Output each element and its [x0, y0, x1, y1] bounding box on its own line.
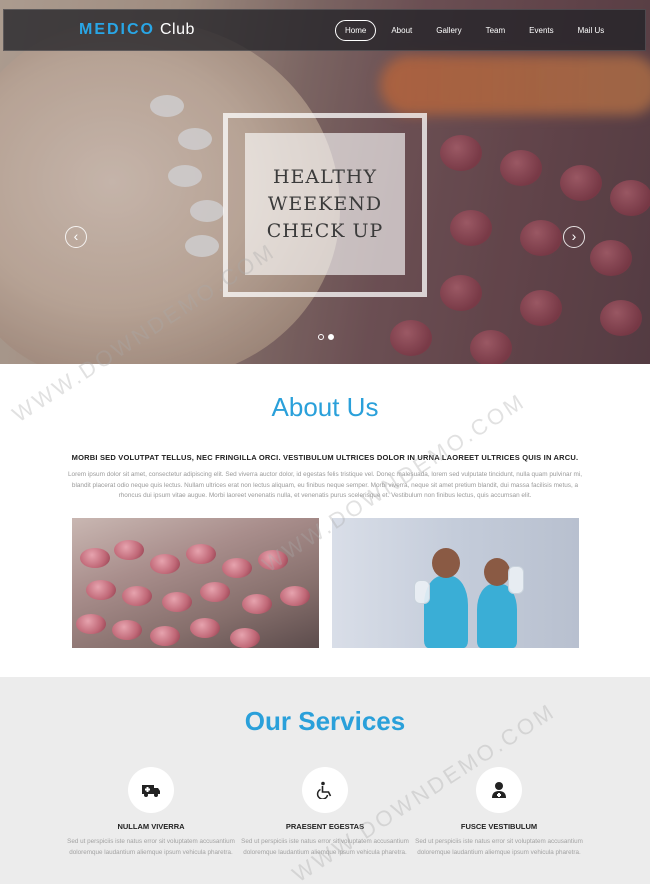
service-icon-circle: [476, 767, 522, 813]
pill-shape: [112, 620, 142, 640]
service-desc: Sed ut perspiciis iste natus error sit v…: [241, 838, 409, 856]
slider-dot-active[interactable]: [328, 334, 334, 340]
pill-shape: [186, 544, 216, 564]
nav-item-team[interactable]: Team: [477, 21, 515, 40]
pill-shape: [190, 618, 220, 638]
top-navbar: MEDICO Club Home About Gallery Team Even…: [3, 9, 646, 51]
pill-shape: [150, 626, 180, 646]
service-desc: Sed ut perspiciis iste natus error sit v…: [415, 838, 583, 856]
service-card: NULLAM VIVERRA Sed ut perspiciis iste na…: [66, 767, 236, 858]
pill-shape: [80, 548, 110, 568]
pill-shape: [258, 550, 288, 570]
service-icon-circle: [302, 767, 348, 813]
iv-bag: [414, 580, 430, 604]
pill-shape: [114, 540, 144, 560]
nav-item-home[interactable]: Home: [335, 20, 377, 41]
about-lead: MORBI SED VOLUTPAT TELLUS, NEC FRINGILLA…: [71, 453, 579, 462]
service-name: FUSCE VESTIBULUM: [460, 822, 538, 831]
pill-shape: [230, 628, 260, 648]
pill-shape: [150, 554, 180, 574]
kid-head: [432, 548, 460, 578]
services-title: Our Services: [244, 706, 406, 736]
doctor-icon: [492, 782, 506, 798]
iv-bag: [508, 566, 524, 594]
slider-next-arrow[interactable]: ›: [563, 226, 585, 248]
about-image-kids: [332, 518, 579, 648]
pill-shape: [76, 614, 106, 634]
pill-shape: [86, 580, 116, 600]
service-desc: Sed ut perspiciis iste natus error sit v…: [67, 838, 235, 856]
service-name: NULLAM VIVERRA: [117, 822, 185, 831]
site-logo[interactable]: MEDICO Club: [79, 21, 195, 39]
about-body: Lorem ipsum dolor sit amet, consectetur …: [68, 471, 582, 499]
nav-item-events[interactable]: Events: [520, 21, 562, 40]
service-card: PRAESENT EGESTAS Sed ut perspiciis iste …: [240, 767, 410, 858]
kid-figure: [424, 576, 468, 648]
hero-slider: HEALTHY WEEKEND CHECK UP ‹ ›: [0, 0, 650, 364]
service-icon-circle: [128, 767, 174, 813]
pill-shape: [222, 558, 252, 578]
ambulance-icon: [142, 785, 160, 797]
main-menu: Home About Gallery Team Events Mail Us: [335, 20, 619, 41]
logo-brand-bold: MEDICO: [79, 21, 155, 38]
nav-item-mail-us[interactable]: Mail Us: [569, 21, 614, 40]
about-image-pills: [72, 518, 319, 648]
logo-brand-rest: Club: [159, 21, 195, 38]
about-title: About Us: [271, 392, 379, 422]
service-name: PRAESENT EGESTAS: [285, 822, 365, 831]
slider-pagination: [318, 334, 334, 340]
hero-caption-box: HEALTHY WEEKEND CHECK UP: [245, 133, 405, 275]
pill-shape: [242, 594, 272, 614]
nav-item-gallery[interactable]: Gallery: [427, 21, 470, 40]
wheelchair-icon: [316, 781, 332, 799]
pill-shape: [200, 582, 230, 602]
kid-head: [484, 558, 510, 586]
pill-shape: [122, 586, 152, 606]
hero-slide-title: HEALTHY WEEKEND CHECK UP: [266, 165, 384, 242]
nav-item-about[interactable]: About: [382, 21, 421, 40]
pill-shape: [280, 586, 310, 606]
services-section: Our Services NULLAM VIVERRA Sed ut persp…: [0, 677, 650, 884]
pill-shape: [162, 592, 192, 612]
slider-prev-arrow[interactable]: ‹: [65, 226, 87, 248]
service-card: FUSCE VESTIBULUM Sed ut perspiciis iste …: [414, 767, 584, 858]
slider-dot[interactable]: [318, 334, 324, 340]
